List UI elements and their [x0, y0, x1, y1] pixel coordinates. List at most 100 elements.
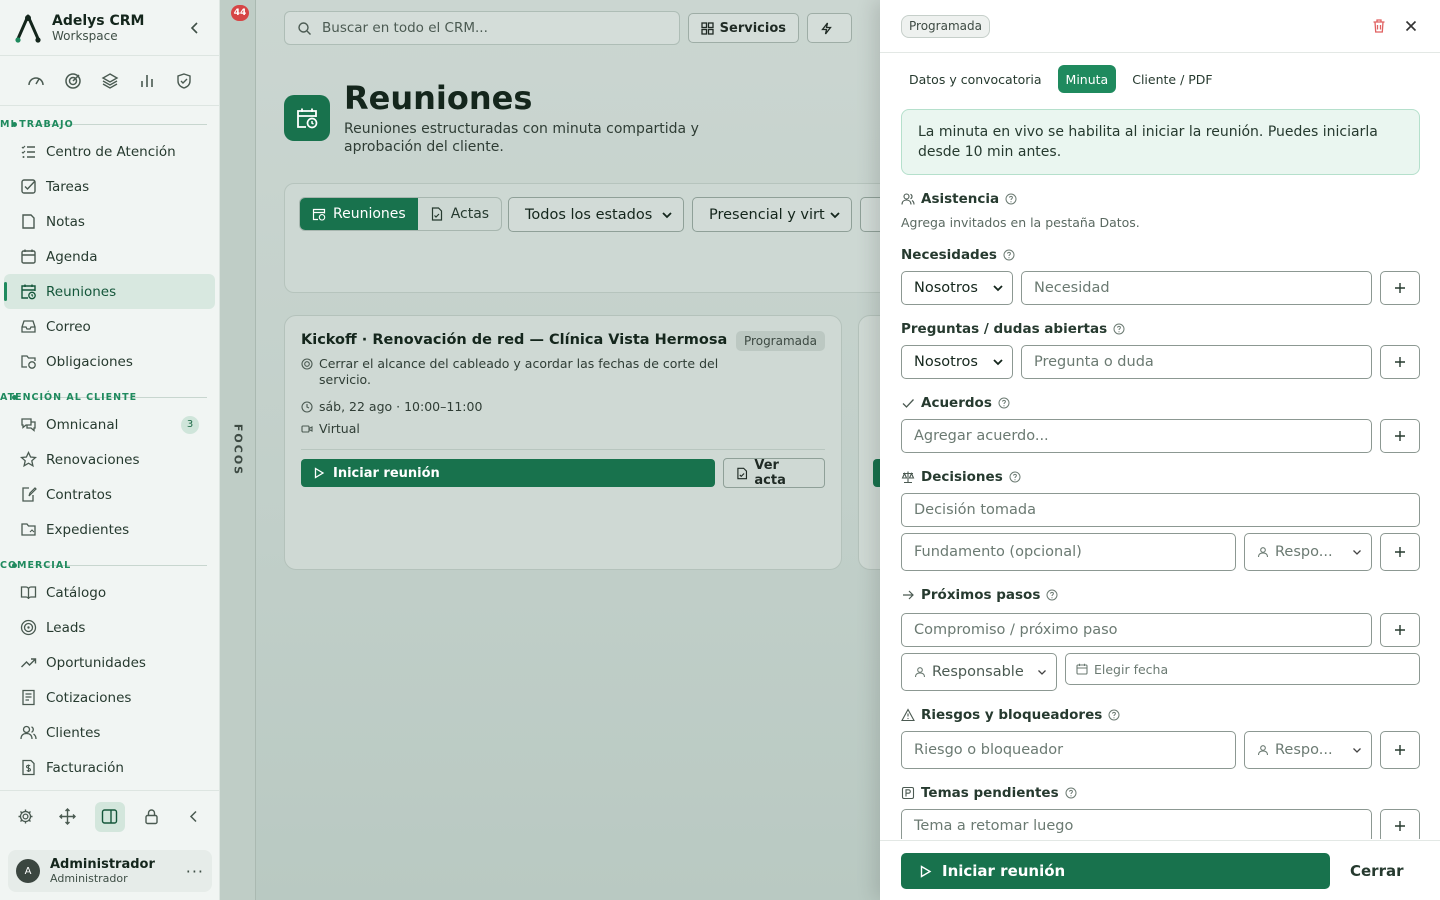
meeting-card[interactable]: Kickoff · Renovación de red — Clínica Vi… [284, 315, 842, 570]
parking-icon [901, 786, 915, 800]
tab-cliente-pdf[interactable]: Cliente / PDF [1124, 65, 1220, 93]
move-icon[interactable] [53, 802, 83, 832]
chevron-left-icon[interactable] [179, 802, 209, 832]
help-icon[interactable] [1003, 249, 1015, 261]
brand-sub: Workspace [52, 28, 118, 43]
help-icon[interactable] [1005, 193, 1017, 205]
sidebar-item-reuniones[interactable]: Reuniones [4, 274, 215, 309]
add-tema-button[interactable] [1380, 809, 1420, 839]
panel-layout-icon[interactable] [94, 801, 125, 832]
necesidades-heading: Necesidades [901, 247, 1015, 263]
meeting-card-partial[interactable] [858, 315, 880, 570]
search-input[interactable]: Buscar en todo el CRM... [284, 11, 680, 45]
fecha-picker[interactable]: Elegir fecha [1065, 653, 1420, 685]
trash-icon[interactable] [1371, 18, 1387, 34]
necesidad-input[interactable]: Necesidad [1021, 271, 1372, 305]
add-decision-button[interactable] [1380, 533, 1420, 571]
necesidades-owner-select[interactable]: Nosotros [901, 271, 1013, 305]
more-filter-select[interactable] [860, 197, 880, 232]
preguntas-owner-select[interactable]: Nosotros [901, 345, 1013, 379]
riesgo-input[interactable]: Riesgo o bloqueador [901, 731, 1236, 769]
help-icon[interactable] [1113, 323, 1125, 335]
sidebar-item-correo[interactable]: Correo [4, 309, 215, 344]
more-options-icon[interactable]: ··· [186, 862, 204, 881]
start-meeting-button-partial[interactable] [873, 459, 880, 487]
chevron-left-icon[interactable] [185, 18, 205, 38]
tab-minuta[interactable]: Minuta [1057, 65, 1117, 93]
sidebar-item-centro-atencion[interactable]: Centro de Atención [4, 134, 215, 169]
start-meeting-button[interactable]: Iniciar reunión [301, 459, 715, 487]
plus-icon [1395, 431, 1405, 441]
user-card[interactable]: A Administrador Administrador ··· [8, 850, 212, 892]
fundamento-input[interactable]: Fundamento (opcional) [901, 533, 1236, 571]
shield-check-icon[interactable] [175, 72, 193, 90]
warning-icon [901, 708, 915, 722]
sidebar-item-oportunidades[interactable]: Oportunidades [4, 645, 215, 680]
modalidad-select[interactable]: Presencial y virtual [692, 197, 852, 232]
servicios-button[interactable]: Servicios [687, 13, 799, 43]
start-meeting-button[interactable]: Iniciar reunión [901, 853, 1330, 889]
tab-reuniones[interactable]: Reuniones [300, 198, 418, 230]
layers-icon[interactable] [101, 72, 119, 90]
gear-icon[interactable] [11, 802, 41, 832]
add-pregunta-button[interactable] [1380, 345, 1420, 379]
bar-chart-icon[interactable] [138, 72, 156, 90]
help-icon[interactable] [1065, 787, 1077, 799]
paso-responsable-select[interactable]: Responsable [901, 653, 1057, 691]
sidebar-item-tareas[interactable]: Tareas [4, 169, 215, 204]
section-label: Próximos pasos [921, 587, 1041, 603]
add-paso-button[interactable] [1380, 613, 1420, 647]
sidebar-item-omnicanal[interactable]: Omnicanal 3 [4, 407, 215, 442]
add-necesidad-button[interactable] [1380, 271, 1420, 305]
close-button[interactable]: Cerrar [1350, 853, 1404, 889]
sidebar-item-notas[interactable]: Notas [4, 204, 215, 239]
tab-datos[interactable]: Datos y convocatoria [901, 65, 1050, 93]
sidebar-item-renovaciones[interactable]: Renovaciones [4, 442, 215, 477]
card-divider [301, 449, 825, 450]
sidebar-item-contratos[interactable]: Contratos [4, 477, 215, 512]
sidebar-item-expedientes[interactable]: Expedientes [4, 512, 215, 547]
plus-icon [1395, 745, 1405, 755]
receipt-icon [22, 689, 35, 706]
target-arrow-icon[interactable] [64, 72, 82, 90]
lightning-icon [821, 22, 832, 34]
decision-responsable-select[interactable]: Respo... [1244, 533, 1372, 571]
help-icon[interactable] [998, 397, 1010, 409]
chevron-down-icon [1353, 748, 1361, 753]
quick-action-button[interactable] [807, 13, 852, 43]
chevron-down-icon [993, 285, 1003, 292]
help-icon[interactable] [1046, 589, 1058, 601]
tab-actas[interactable]: Actas [418, 198, 501, 230]
sidebar-item-obligaciones[interactable]: Obligaciones [4, 344, 215, 379]
focos-panel[interactable]: 44 FOCOS [220, 0, 256, 900]
paso-input[interactable]: Compromiso / próximo paso [901, 613, 1372, 647]
decision-input[interactable]: Decisión tomada [901, 493, 1420, 527]
sidebar-item-leads[interactable]: Leads [4, 610, 215, 645]
section-label: Decisiones [921, 469, 1003, 485]
sidebar-item-facturacion[interactable]: Facturación [4, 750, 215, 785]
view-toggle: Reuniones Actas [299, 197, 503, 231]
pregunta-input[interactable]: Pregunta o duda [1021, 345, 1372, 379]
close-icon[interactable] [1403, 18, 1419, 34]
gauge-icon[interactable] [27, 72, 45, 90]
add-riesgo-button[interactable] [1380, 731, 1420, 769]
sidebar-item-clientes[interactable]: Clientes [4, 715, 215, 750]
help-icon[interactable] [1108, 709, 1120, 721]
tema-input[interactable]: Tema a retomar luego [901, 809, 1372, 839]
preguntas-heading: Preguntas / dudas abiertas [901, 321, 1125, 337]
lock-icon[interactable] [137, 802, 167, 832]
riesgo-responsable-select[interactable]: Respo... [1244, 731, 1372, 769]
section-label: Acuerdos [921, 395, 992, 411]
search-icon [298, 21, 311, 35]
add-acuerdo-button[interactable] [1380, 419, 1420, 453]
sidebar-item-catalogo[interactable]: Catálogo [4, 575, 215, 610]
sidebar-item-agenda[interactable]: Agenda [4, 239, 215, 274]
notification-badge[interactable]: 44 [231, 5, 249, 21]
minuta-form[interactable]: La minuta en vivo se habilita al iniciar… [901, 109, 1420, 839]
acuerdo-input[interactable]: Agregar acuerdo... [901, 419, 1372, 453]
list-check-icon [21, 145, 35, 158]
estado-select[interactable]: Todos los estados [508, 197, 684, 232]
sidebar-item-cotizaciones[interactable]: Cotizaciones [4, 680, 215, 715]
view-acta-button[interactable]: Ver acta [723, 458, 825, 488]
help-icon[interactable] [1009, 471, 1021, 483]
